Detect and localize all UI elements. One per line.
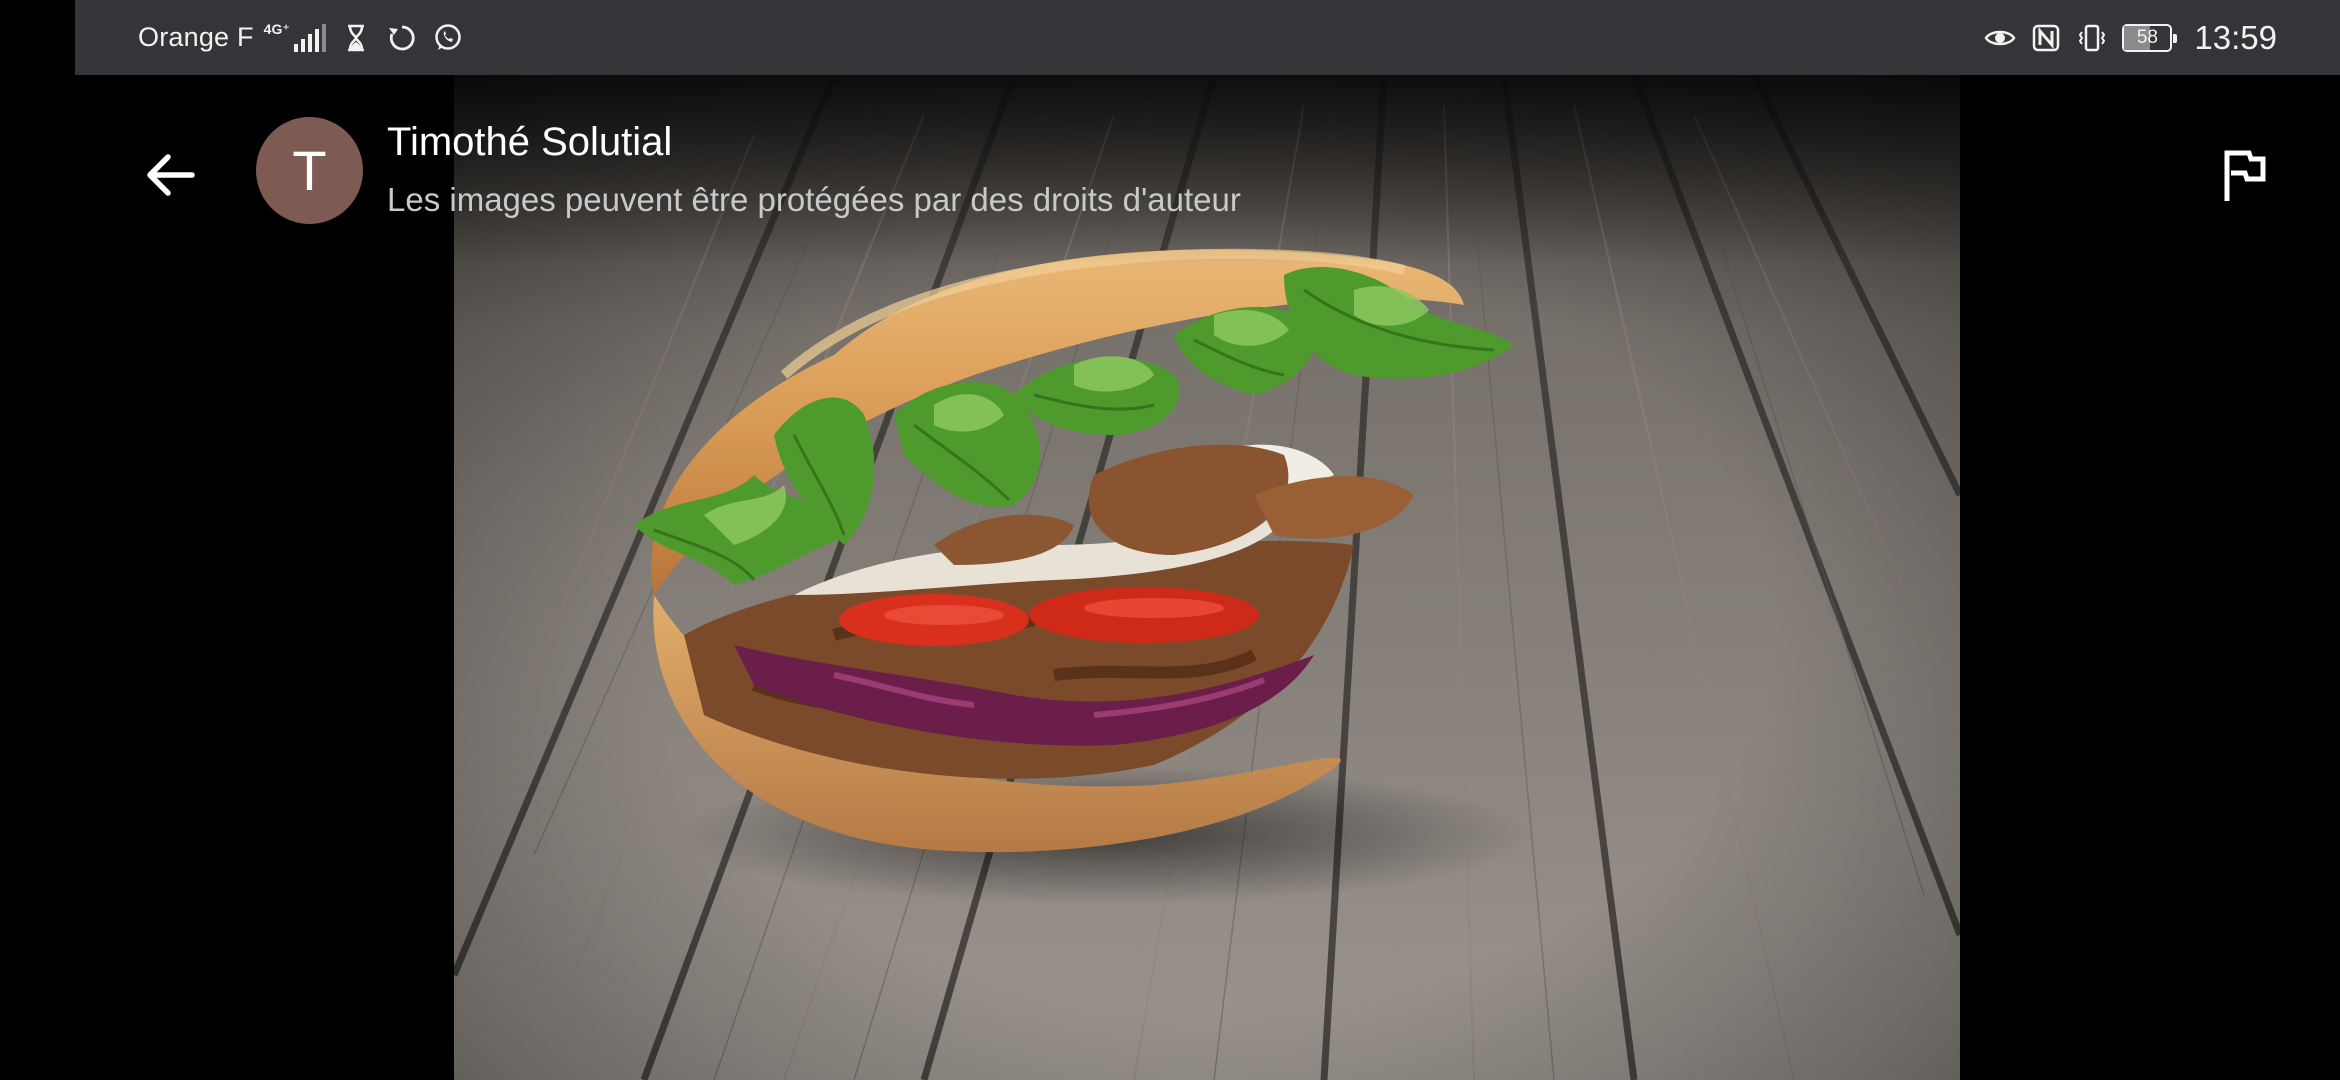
back-button[interactable] xyxy=(130,135,210,215)
battery-level: 58 xyxy=(2136,26,2158,48)
hourglass-icon xyxy=(347,24,364,51)
status-bar-right: 58 13:59 xyxy=(1984,19,2277,57)
carrier-name: Orange F xyxy=(138,22,254,52)
avatar[interactable]: T xyxy=(256,117,363,224)
sender-name: Timothé Solutial xyxy=(387,120,673,164)
signal-icon xyxy=(293,23,326,52)
nfc-icon xyxy=(2033,24,2060,51)
whatsapp-icon xyxy=(434,23,461,50)
kebab-photo[interactable] xyxy=(454,75,1960,1080)
copyright-note: Les images peuvent être protégées par de… xyxy=(387,181,1241,218)
flag-icon xyxy=(2224,150,2266,201)
status-bar: Orange F 4G⁺ 58 13:59 xyxy=(75,0,2340,75)
avatar-letter: T xyxy=(292,139,327,202)
status-bar-left: Orange F 4G⁺ xyxy=(138,22,464,54)
battery-icon: 58 xyxy=(2122,23,2178,52)
report-button[interactable] xyxy=(2208,140,2280,212)
sync-icon xyxy=(388,25,415,50)
arrow-back-icon xyxy=(147,154,195,196)
network-type: 4G⁺ xyxy=(263,20,290,37)
status-time: 13:59 xyxy=(2194,18,2277,56)
eye-icon xyxy=(1984,30,2016,45)
vibrate-icon xyxy=(2079,24,2106,51)
image-viewer-screen: Orange F 4G⁺ 58 13:59 T Timothé Solutial… xyxy=(0,0,2340,1080)
